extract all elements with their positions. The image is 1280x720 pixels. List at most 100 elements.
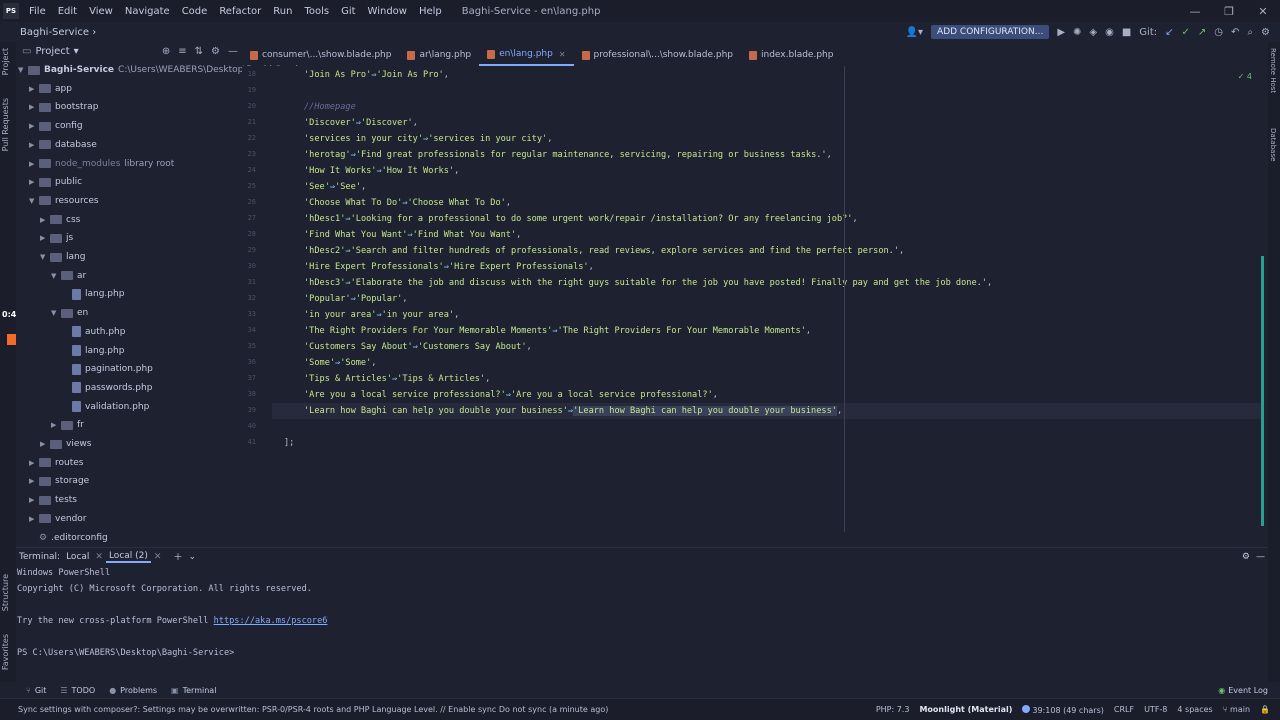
tree-item[interactable]: ▶ database bbox=[29, 136, 97, 154]
debug-icon[interactable]: ✺ bbox=[1073, 27, 1081, 38]
problems-tool-button[interactable]: ● Problems bbox=[109, 686, 157, 695]
caret-position[interactable]: 39:108 (49 chars) bbox=[1022, 704, 1104, 715]
editor-tab[interactable]: ar\lang.php bbox=[399, 44, 479, 66]
pscore-link[interactable]: https://aka.ms/pscore6 bbox=[214, 616, 328, 626]
menu-help[interactable]: Help bbox=[413, 6, 448, 17]
terminal-tool-button[interactable]: ▣ Terminal bbox=[171, 686, 216, 695]
search-icon[interactable]: ⌕ bbox=[1247, 27, 1253, 38]
chevron-down-icon[interactable]: ▼ bbox=[40, 253, 50, 261]
git-tool-button[interactable]: ⑂ Git bbox=[26, 686, 46, 695]
stop-icon[interactable]: ■ bbox=[1122, 27, 1131, 38]
tree-item[interactable]: ▶ vendor bbox=[29, 510, 87, 528]
pull-requests-tool-tab[interactable]: Pull Requests bbox=[1, 98, 10, 151]
gear-icon[interactable]: ⚙ bbox=[211, 46, 220, 57]
tree-item[interactable]: validation.php bbox=[62, 398, 149, 416]
inspection-widget[interactable]: ✓ 4 bbox=[1238, 72, 1252, 81]
tree-item[interactable]: lang.php bbox=[62, 285, 124, 303]
coverage-icon[interactable]: ◈ bbox=[1089, 27, 1097, 38]
restore-icon[interactable]: ❐ bbox=[1212, 5, 1246, 18]
chevron-right-icon[interactable]: ▶ bbox=[29, 85, 39, 93]
terminal-tab-local[interactable]: Local bbox=[63, 552, 92, 562]
chevron-right-icon[interactable]: ▶ bbox=[29, 178, 39, 186]
gear-icon[interactable]: ⚙ bbox=[1239, 552, 1253, 562]
menu-tools[interactable]: Tools bbox=[298, 6, 335, 17]
indent-setting[interactable]: 4 spaces bbox=[1177, 705, 1212, 714]
editor-tab[interactable]: professional\...\show.blade.php bbox=[574, 44, 741, 66]
expand-all-icon[interactable]: ≡ bbox=[178, 46, 186, 57]
close-icon[interactable]: ✕ bbox=[1246, 5, 1280, 18]
code-editor[interactable]: 18 19 20 21 22 23 24 25 26 27 28 29 30 31 32 33 34 35 36 37… bbox=[242, 66, 1268, 546]
menu-git[interactable]: Git bbox=[335, 6, 361, 17]
tree-item[interactable]: ▶ app bbox=[29, 80, 72, 98]
chevron-right-icon[interactable]: ▶ bbox=[29, 141, 39, 149]
git-commit-icon[interactable]: ✓ bbox=[1182, 27, 1190, 38]
git-branch[interactable]: ⑂ main bbox=[1223, 705, 1250, 714]
history-icon[interactable]: ◷ bbox=[1214, 27, 1223, 38]
git-update-icon[interactable]: ↙ bbox=[1165, 27, 1173, 38]
menu-refactor[interactable]: Refactor bbox=[213, 6, 267, 17]
tree-item[interactable]: ▼ lang bbox=[40, 248, 85, 266]
menu-navigate[interactable]: Navigate bbox=[119, 6, 176, 17]
tree-item[interactable]: ▶ routes bbox=[29, 454, 83, 472]
menu-code[interactable]: Code bbox=[176, 6, 214, 17]
file-encoding[interactable]: UTF-8 bbox=[1144, 705, 1167, 714]
chevron-right-icon[interactable]: ▶ bbox=[40, 234, 50, 242]
remote-host-tool-tab[interactable]: Remote Host bbox=[1269, 48, 1277, 93]
collapse-all-icon[interactable]: ⇅ bbox=[195, 46, 203, 57]
favorites-tool-tab[interactable]: Favorites bbox=[1, 634, 10, 670]
add-terminal-icon[interactable]: ＋ bbox=[170, 550, 185, 563]
tree-item[interactable]: auth.php bbox=[62, 323, 125, 341]
php-level[interactable]: PHP: 7.3 bbox=[876, 705, 910, 714]
project-tool-tab[interactable]: Project bbox=[1, 48, 10, 75]
editor-scrollbar[interactable] bbox=[1261, 256, 1264, 526]
line-separator[interactable]: CRLF bbox=[1114, 705, 1134, 714]
git-push-icon[interactable]: ↗ bbox=[1198, 27, 1206, 38]
minimize-icon[interactable]: — bbox=[1178, 5, 1212, 18]
tree-item[interactable]: ▶ js bbox=[40, 229, 73, 247]
hide-panel-icon[interactable]: — bbox=[1253, 552, 1268, 562]
chevron-right-icon[interactable]: ▶ bbox=[29, 103, 39, 111]
tree-item[interactable]: ▶ storage bbox=[29, 472, 89, 490]
chevron-down-icon[interactable]: ⌄ bbox=[185, 552, 199, 562]
menu-edit[interactable]: Edit bbox=[52, 6, 83, 17]
tree-item[interactable]: passwords.php bbox=[62, 379, 152, 397]
chevron-right-icon[interactable]: ▶ bbox=[29, 477, 39, 485]
tree-item[interactable]: ▼ en bbox=[51, 304, 88, 322]
event-log-button[interactable]: ◉ Event Log bbox=[1218, 686, 1268, 695]
menu-window[interactable]: Window bbox=[362, 6, 413, 17]
add-configuration-button[interactable]: ADD CONFIGURATION... bbox=[931, 25, 1050, 39]
chevron-down-icon[interactable]: ▼ bbox=[51, 272, 61, 280]
tree-item[interactable]: ▶ css bbox=[40, 211, 80, 229]
chevron-right-icon[interactable]: ▶ bbox=[51, 421, 61, 429]
editor-tab[interactable]: consumer\...\show.blade.php bbox=[242, 44, 399, 66]
project-view-selector[interactable]: Project bbox=[35, 46, 69, 57]
structure-tool-tab[interactable]: Structure bbox=[1, 574, 10, 611]
tree-item[interactable]: ▶ config bbox=[29, 117, 83, 135]
menu-view[interactable]: View bbox=[83, 6, 119, 17]
tree-item[interactable]: ▶ node_modules library root bbox=[29, 155, 174, 173]
locate-icon[interactable]: ⊕ bbox=[162, 46, 170, 57]
tree-item[interactable]: pagination.php bbox=[62, 360, 153, 378]
breadcrumb[interactable]: Baghi-Service › bbox=[20, 27, 96, 38]
settings-icon[interactable]: ⚙ bbox=[1261, 27, 1270, 38]
user-icon[interactable]: 👤▾ bbox=[906, 27, 923, 38]
editor-tab[interactable]: index.blade.php bbox=[741, 44, 841, 66]
close-icon[interactable]: ✕ bbox=[151, 552, 165, 562]
theme-name[interactable]: Moonlight (Material) bbox=[919, 705, 1012, 714]
close-icon[interactable]: ✕ bbox=[92, 552, 106, 562]
close-icon[interactable]: ✕ bbox=[559, 50, 566, 59]
tree-item[interactable]: ▶ fr bbox=[51, 416, 84, 434]
chevron-right-icon[interactable]: ▶ bbox=[29, 496, 39, 504]
status-message[interactable]: Sync settings with composer?: Settings m… bbox=[18, 705, 608, 714]
tree-item[interactable]: ⚙ .editorconfig bbox=[29, 529, 108, 547]
chevron-down-icon[interactable]: ▼ bbox=[18, 66, 28, 74]
chevron-down-icon[interactable]: ▼ bbox=[29, 197, 39, 205]
run-icon[interactable]: ▶ bbox=[1057, 27, 1065, 38]
terminal-output[interactable]: Windows PowerShell Copyright (C) Microso… bbox=[16, 566, 1268, 680]
chevron-right-icon[interactable]: ▶ bbox=[40, 440, 50, 448]
chevron-down-icon[interactable]: ▾ bbox=[74, 46, 79, 57]
chevron-right-icon[interactable]: ▶ bbox=[29, 122, 39, 130]
tree-item[interactable]: ▶ tests bbox=[29, 491, 77, 509]
chevron-down-icon[interactable]: ▼ bbox=[51, 309, 61, 317]
lock-icon[interactable]: 🔒 bbox=[1260, 705, 1270, 714]
